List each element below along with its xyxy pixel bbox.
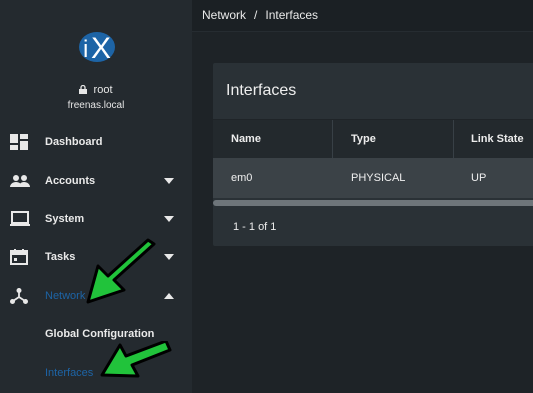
people-icon <box>10 175 30 187</box>
sidebar-item-dashboard[interactable]: Dashboard <box>0 126 192 158</box>
calendar-icon <box>10 249 28 265</box>
sidebar: i X root freenas.local Dashboard Account… <box>0 0 192 393</box>
ix-logo: i X <box>79 32 115 64</box>
cell-link-state: UP <box>471 172 487 184</box>
username: root <box>93 84 113 96</box>
breadcrumb: Network / Interfaces <box>202 8 318 22</box>
user-info[interactable]: root <box>0 84 192 97</box>
chevron-down-icon <box>164 216 174 222</box>
laptop-icon <box>10 211 30 226</box>
sidebar-item-label: Tasks <box>45 251 76 263</box>
svg-text:i: i <box>83 36 88 63</box>
annotation-arrow-icon <box>100 341 172 378</box>
svg-text:X: X <box>91 32 111 64</box>
column-header-link-state[interactable]: Link State <box>471 133 524 145</box>
topbar: Network / Interfaces <box>192 0 533 32</box>
horizontal-scrollbar[interactable] <box>213 200 533 206</box>
table-row[interactable]: em0 PHYSICAL UP <box>213 158 533 198</box>
dashboard-icon <box>10 134 28 150</box>
card-title: Interfaces <box>226 82 297 99</box>
network-icon <box>10 288 28 304</box>
chevron-down-icon <box>164 178 174 184</box>
chevron-up-icon <box>164 293 174 299</box>
lock-icon <box>79 84 88 97</box>
paginator-range: 1 - 1 of 1 <box>233 221 277 233</box>
column-divider <box>332 120 333 158</box>
breadcrumb-network[interactable]: Network <box>202 8 246 22</box>
table-header: Name Type Link State <box>213 119 533 159</box>
sidebar-item-label: Global Configuration <box>45 328 155 340</box>
chevron-down-icon <box>164 254 174 260</box>
interfaces-card: Interfaces Name Type Link State em0 PHYS… <box>213 63 533 246</box>
sidebar-item-label: Accounts <box>45 175 96 187</box>
column-header-type[interactable]: Type <box>351 133 376 145</box>
sidebar-item-accounts[interactable]: Accounts <box>0 165 192 197</box>
column-header-name[interactable]: Name <box>231 133 261 145</box>
cell-type: PHYSICAL <box>351 172 406 184</box>
cell-name: em0 <box>231 172 253 184</box>
annotation-arrow-icon <box>86 238 156 304</box>
sidebar-item-label: Interfaces <box>45 367 94 379</box>
sidebar-item-system[interactable]: System <box>0 203 192 235</box>
breadcrumb-interfaces: Interfaces <box>265 8 319 22</box>
breadcrumb-separator: / <box>254 8 258 22</box>
sidebar-item-label: System <box>45 213 85 225</box>
column-divider <box>453 120 454 158</box>
sidebar-item-label: Dashboard <box>45 136 103 148</box>
hostname: freenas.local <box>67 100 125 111</box>
